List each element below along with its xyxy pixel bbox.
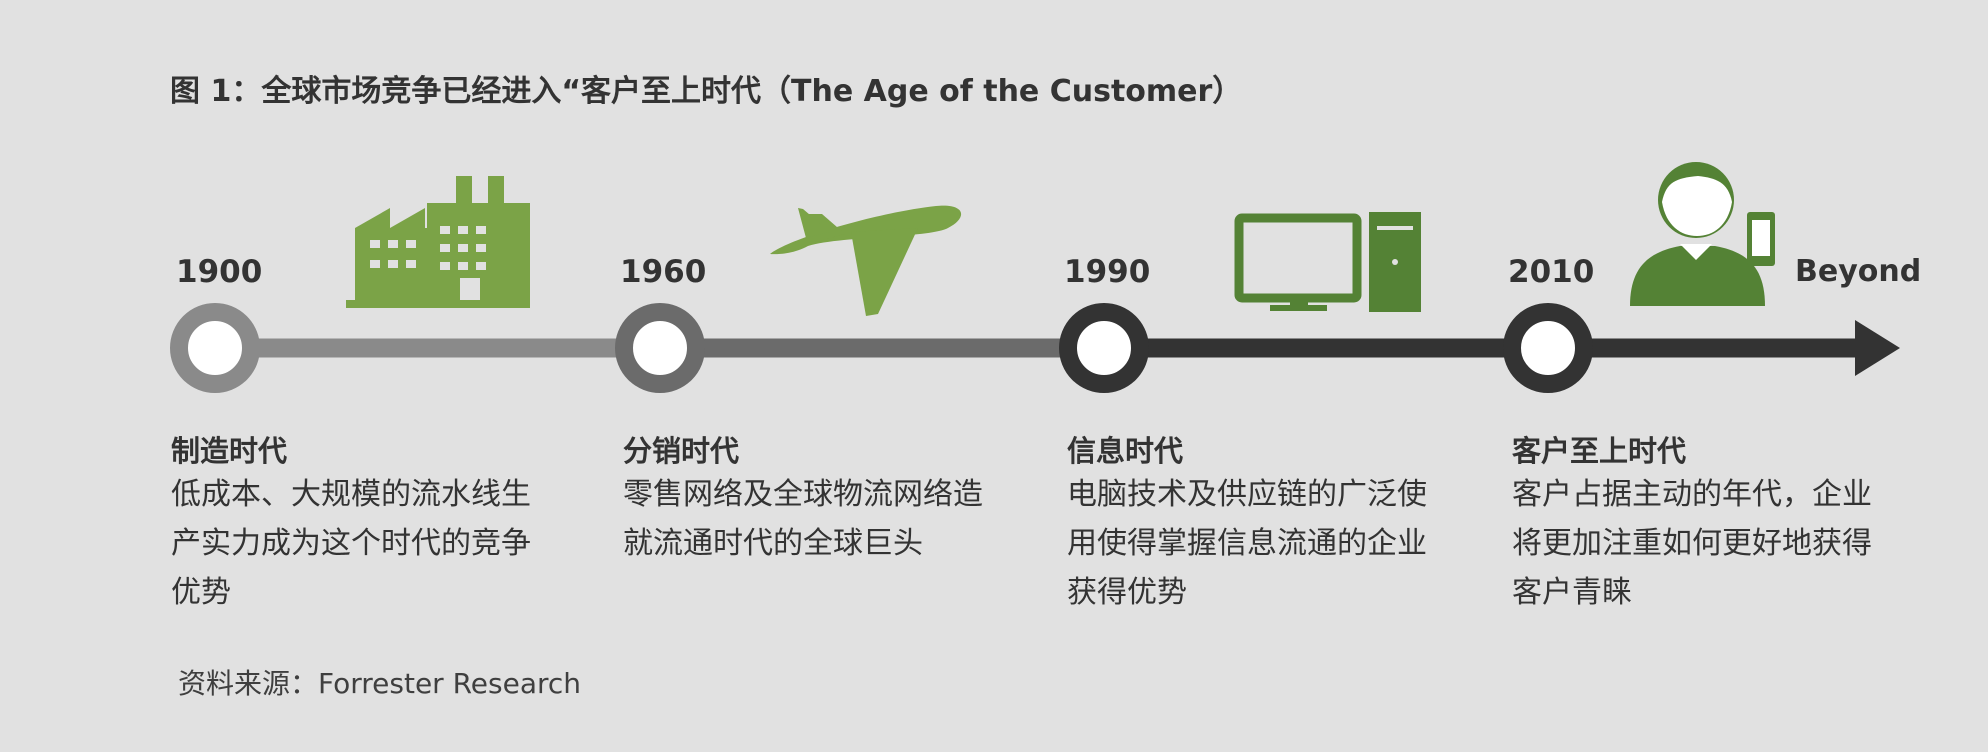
timeline-graphic (170, 162, 1900, 393)
customer-phone-icon (1630, 162, 1775, 306)
source-note: 资料来源：Forrester Research (178, 667, 582, 700)
milestone-marker-1900 (170, 303, 260, 393)
timeline-end-label: Beyond (1795, 254, 1922, 289)
era-title-manufacturing: 制造时代 (171, 434, 288, 468)
era-title-information: 信息时代 (1067, 434, 1184, 468)
milestone-marker-2010 (1503, 303, 1593, 393)
year-label-1990: 1990 (1064, 254, 1151, 290)
year-label-1900: 1900 (176, 254, 263, 290)
era-desc-distribution: 零售网络及全球物流网络造就流通时代的全球巨头 (623, 477, 983, 561)
diagram-canvas: 图 1：全球市场竞争已经进入“客户至上时代（The Age of the Cus… (0, 0, 1988, 752)
timeline-arrowhead (1855, 320, 1900, 376)
milestone-marker-1990 (1059, 303, 1149, 393)
milestone-marker-1960 (615, 303, 705, 393)
factory-icon (346, 176, 530, 308)
year-label-1960: 1960 (620, 254, 707, 290)
computer-icon (1234, 212, 1421, 312)
airplane-icon (770, 205, 962, 316)
era-desc-information: 电脑技术及供应链的广泛使用使得掌握信息流通的企业获得优势 (1067, 477, 1427, 610)
year-label-2010: 2010 (1508, 254, 1595, 290)
era-desc-customer: 客户占据主动的年代，企业将更加注重如何更好地获得客户青睐 (1512, 477, 1872, 610)
era-title-distribution: 分销时代 (623, 434, 740, 468)
era-desc-manufacturing: 低成本、大规模的流水线生产实力成为这个时代的竞争优势 (171, 477, 531, 610)
era-title-customer: 客户至上时代 (1512, 434, 1687, 468)
